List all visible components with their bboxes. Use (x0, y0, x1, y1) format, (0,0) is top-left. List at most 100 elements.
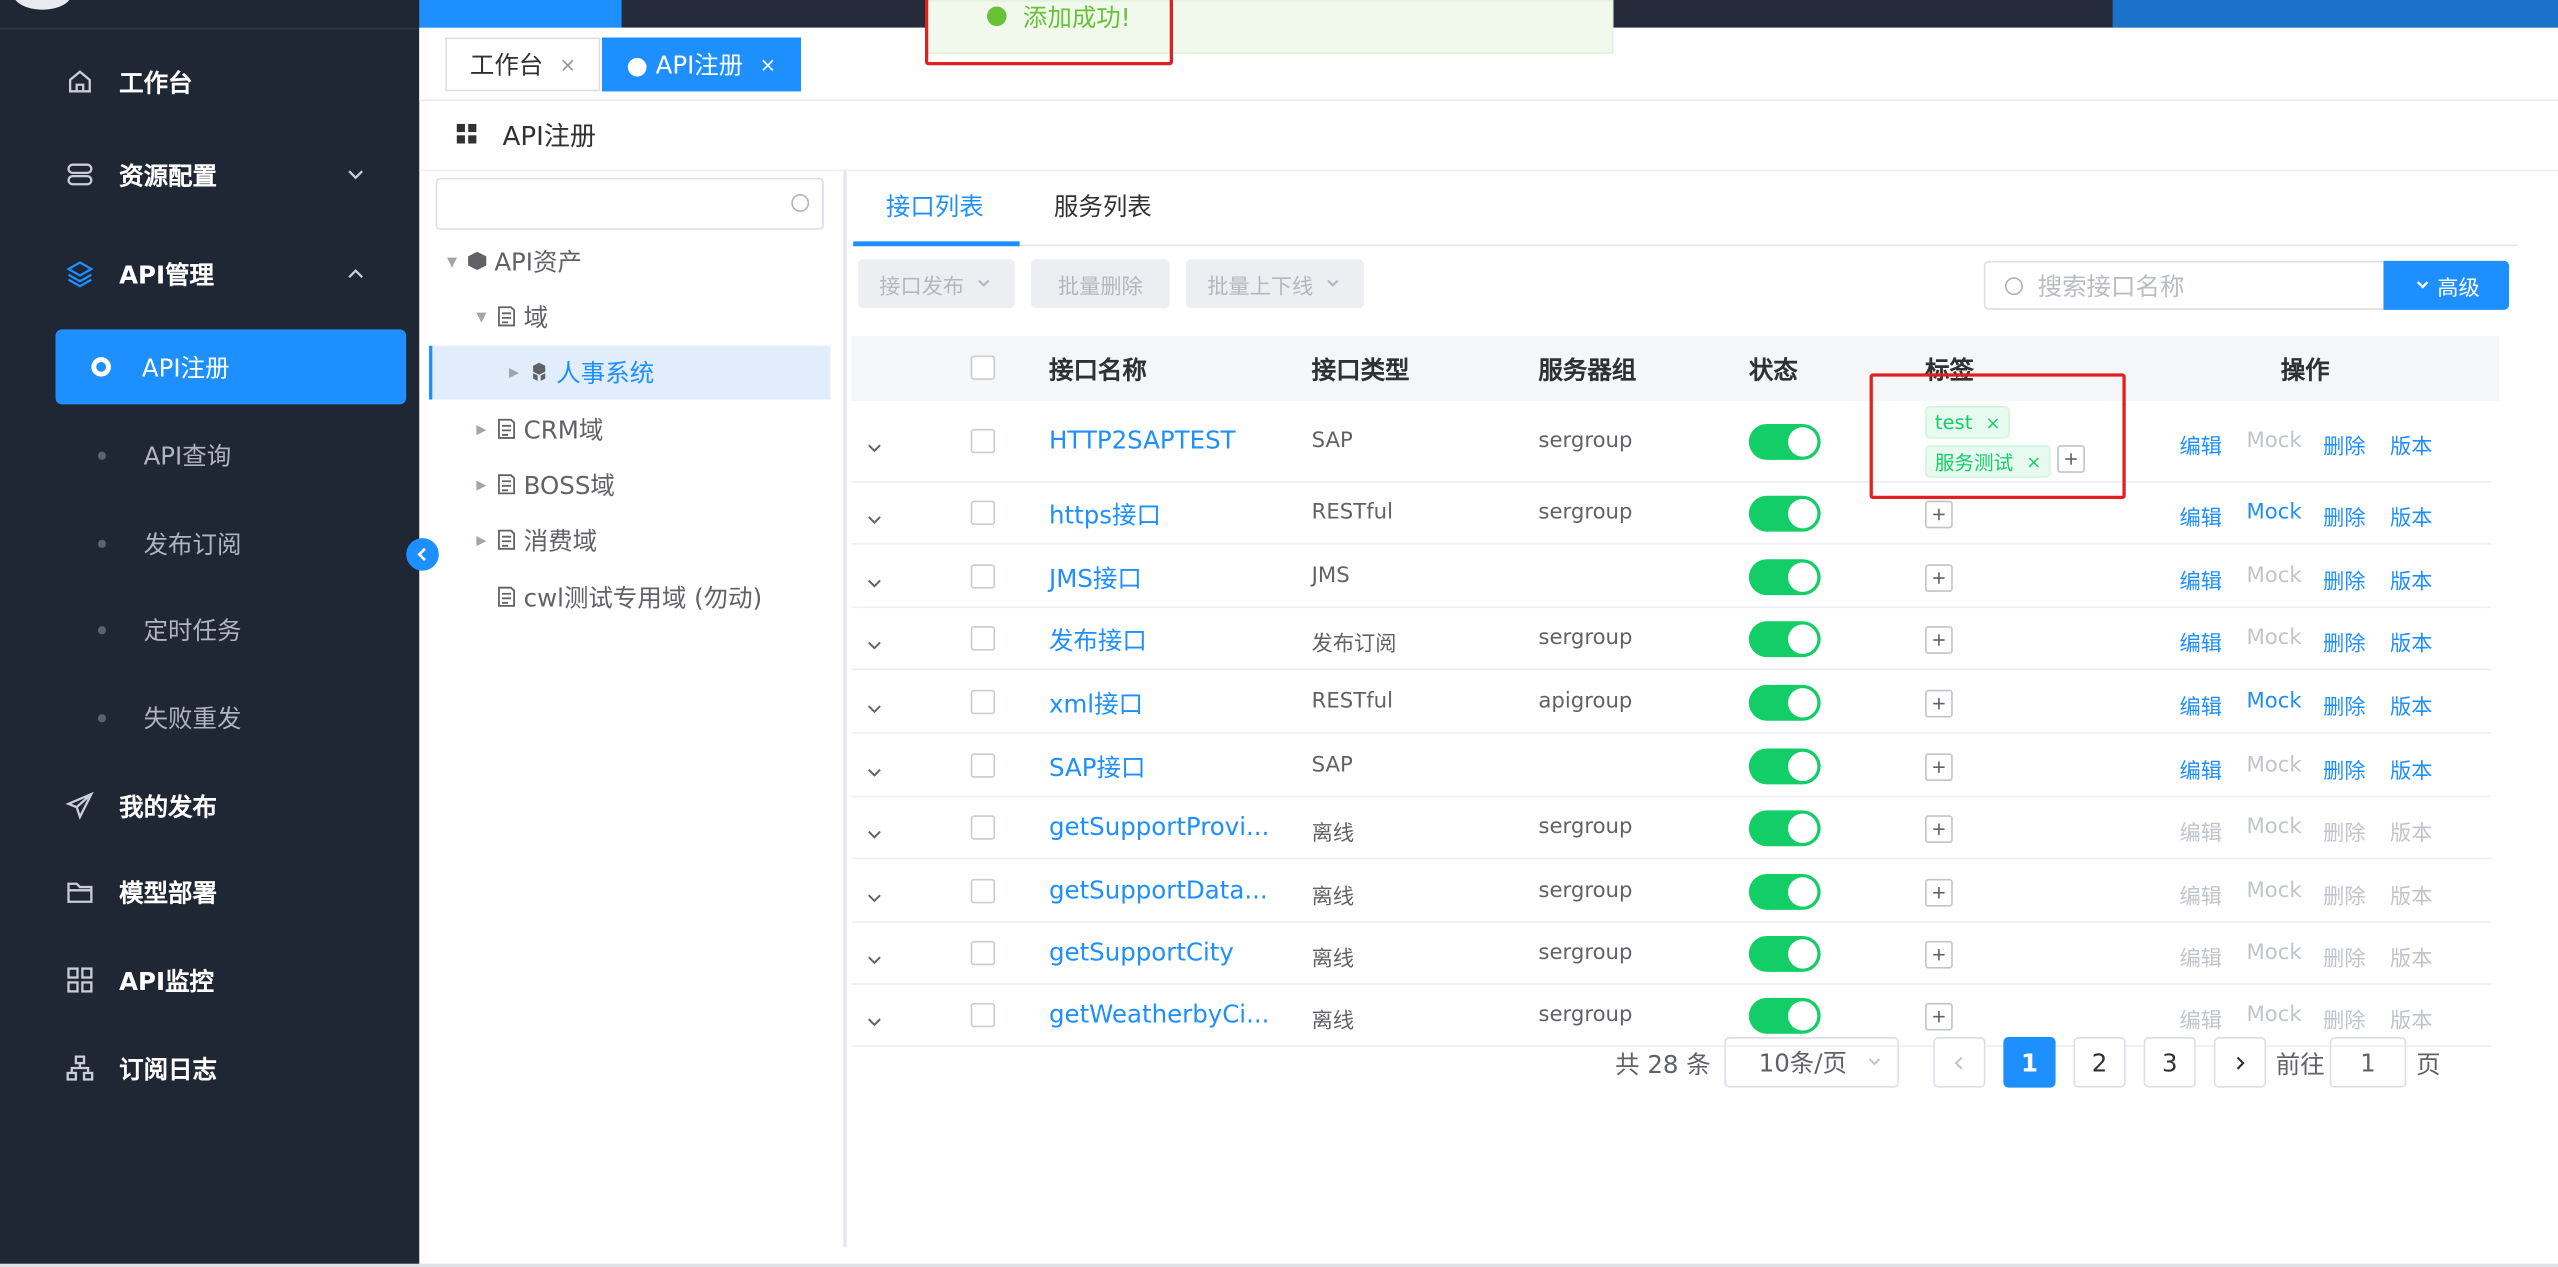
edit-link[interactable]: 编辑 (2180, 501, 2222, 531)
chevron-down-icon[interactable] (866, 692, 882, 713)
status-toggle[interactable] (1748, 684, 1821, 720)
sidebar-subitem-pubsub[interactable]: 发布订阅 (0, 510, 419, 575)
add-tag-button[interactable] (1925, 563, 1953, 592)
sidebar-item-api-management[interactable]: API管理 (0, 241, 419, 306)
add-tag-button[interactable] (1925, 688, 1953, 717)
api-name-link[interactable]: SAP接口 (1049, 749, 1145, 783)
row-checkbox[interactable] (970, 815, 996, 840)
mock-link[interactable]: Mock (2246, 626, 2301, 650)
chevron-down-icon[interactable] (866, 432, 882, 453)
tab-api-register[interactable]: ● API注册 × (601, 37, 801, 92)
version-link[interactable]: 版本 (2390, 563, 2432, 594)
delete-link[interactable]: 删除 (2323, 626, 2365, 657)
status-toggle[interactable] (1748, 810, 1821, 847)
mock-link[interactable]: Mock (2246, 429, 2301, 453)
row-checkbox[interactable] (970, 688, 996, 714)
close-icon[interactable]: × (560, 53, 576, 76)
version-link[interactable]: 版本 (2390, 815, 2432, 846)
mock-link[interactable]: Mock (2246, 501, 2301, 525)
row-checkbox[interactable] (970, 878, 996, 903)
edit-link[interactable]: 编辑 (2180, 815, 2222, 846)
status-toggle[interactable] (1748, 873, 1821, 910)
tab-service-list[interactable]: 服务列表 (1054, 189, 1152, 223)
api-name-link[interactable]: getSupportData... (1049, 875, 1268, 904)
status-toggle[interactable] (1748, 558, 1821, 595)
chevron-down-icon[interactable] (866, 567, 882, 587)
edit-link[interactable]: 编辑 (2180, 941, 2222, 971)
sidebar-collapse-button[interactable] (406, 538, 439, 571)
page-button-1[interactable]: 1 (2003, 1037, 2056, 1088)
row-checkbox[interactable] (970, 752, 996, 777)
edit-link[interactable]: 编辑 (2180, 563, 2222, 594)
sidebar-item-model-deploy[interactable]: 模型部署 (0, 859, 419, 924)
api-name-link[interactable]: getSupportCity (1049, 938, 1234, 967)
api-name-link[interactable]: https接口 (1049, 497, 1161, 531)
delete-link[interactable]: 删除 (2323, 501, 2365, 531)
mock-link[interactable]: Mock (2246, 941, 2301, 965)
row-checkbox[interactable] (970, 626, 996, 651)
status-toggle[interactable] (1748, 423, 1821, 460)
tree-node-domain[interactable]: ▼ 域 (476, 292, 548, 341)
delete-link[interactable]: 删除 (2323, 753, 2365, 783)
top-navbar-user-block[interactable] (2112, 0, 2558, 28)
api-name-link[interactable]: xml接口 (1049, 686, 1143, 720)
api-name-link[interactable]: getSupportProvi... (1049, 812, 1269, 841)
tree-node-cwl-test[interactable]: cwl测试专用域 (勿动) (476, 572, 762, 621)
edit-link[interactable]: 编辑 (2180, 429, 2222, 459)
add-tag-button[interactable] (1925, 626, 1953, 654)
page-button-2[interactable]: 2 (2073, 1037, 2126, 1088)
close-icon[interactable]: × (760, 53, 776, 76)
sidebar-subitem-failed-resend[interactable]: 失败重发 (0, 685, 419, 750)
mock-link[interactable]: Mock (2246, 753, 2301, 777)
page-button-3[interactable]: 3 (2143, 1037, 2196, 1088)
tree-search-input[interactable] (435, 177, 824, 230)
chevron-down-icon[interactable] (866, 881, 882, 902)
api-name-link[interactable]: getWeatherbyCi... (1049, 1000, 1269, 1029)
select-all-checkbox[interactable] (970, 355, 996, 380)
delete-link[interactable]: 删除 (2323, 563, 2365, 594)
sidebar-item-workbench[interactable]: 工作台 (0, 49, 419, 114)
chevron-down-icon[interactable] (866, 1006, 882, 1027)
add-tag-button[interactable] (1925, 1002, 1953, 1031)
delete-link[interactable]: 删除 (2323, 878, 2365, 909)
api-name-link[interactable]: 发布接口 (1049, 623, 1147, 657)
chevron-down-icon[interactable] (866, 504, 882, 524)
batch-delete-button[interactable]: 批量删除 (1031, 259, 1170, 309)
version-link[interactable]: 版本 (2390, 1003, 2432, 1033)
chevron-down-icon[interactable] (866, 756, 882, 776)
add-tag-button[interactable] (1925, 752, 1953, 781)
delete-link[interactable]: 删除 (2323, 1003, 2365, 1033)
tree-node-crm[interactable]: ▶ CRM域 (476, 404, 603, 453)
tree-node-boss[interactable]: ▶ BOSS域 (476, 460, 614, 509)
add-tag-button[interactable] (1925, 878, 1953, 906)
mock-link[interactable]: Mock (2246, 563, 2301, 587)
prev-page-button[interactable] (1933, 1037, 1986, 1088)
tree-node-hr-system[interactable]: ▶ 人事系统 (509, 347, 654, 396)
publish-dropdown-button[interactable]: 接口发布 (858, 259, 1015, 309)
sidebar-item-subscribe-log[interactable]: 订阅日志 (0, 1035, 419, 1100)
edit-link[interactable]: 编辑 (2180, 689, 2222, 719)
api-name-link[interactable]: HTTP2SAPTEST (1049, 426, 1236, 455)
edit-link[interactable]: 编辑 (2180, 753, 2222, 783)
sidebar-item-my-publish[interactable]: 我的发布 (0, 773, 419, 838)
api-search-input[interactable]: 搜索接口名称 (1983, 260, 2386, 310)
mock-link[interactable]: Mock (2246, 815, 2301, 839)
delete-link[interactable]: 删除 (2323, 689, 2365, 719)
status-toggle[interactable] (1748, 747, 1821, 784)
mock-link[interactable]: Mock (2246, 689, 2301, 713)
version-link[interactable]: 版本 (2390, 878, 2432, 909)
row-checkbox[interactable] (970, 428, 996, 454)
delete-link[interactable]: 删除 (2323, 815, 2365, 846)
delete-link[interactable]: 删除 (2323, 429, 2365, 459)
tree-node-api-assets[interactable]: ▼ API资产 (447, 236, 582, 285)
sidebar-subitem-scheduled-task[interactable]: 定时任务 (0, 597, 419, 662)
api-name-link[interactable]: JMS接口 (1049, 560, 1142, 594)
chevron-down-icon[interactable] (866, 944, 882, 965)
add-tag-button[interactable] (1925, 940, 1953, 969)
delete-link[interactable]: 删除 (2323, 941, 2365, 971)
edit-link[interactable]: 编辑 (2180, 1003, 2222, 1033)
status-toggle[interactable] (1748, 495, 1821, 532)
add-tag-button[interactable] (1925, 815, 1953, 844)
status-toggle[interactable] (1748, 621, 1821, 658)
next-page-button[interactable] (2213, 1037, 2267, 1088)
